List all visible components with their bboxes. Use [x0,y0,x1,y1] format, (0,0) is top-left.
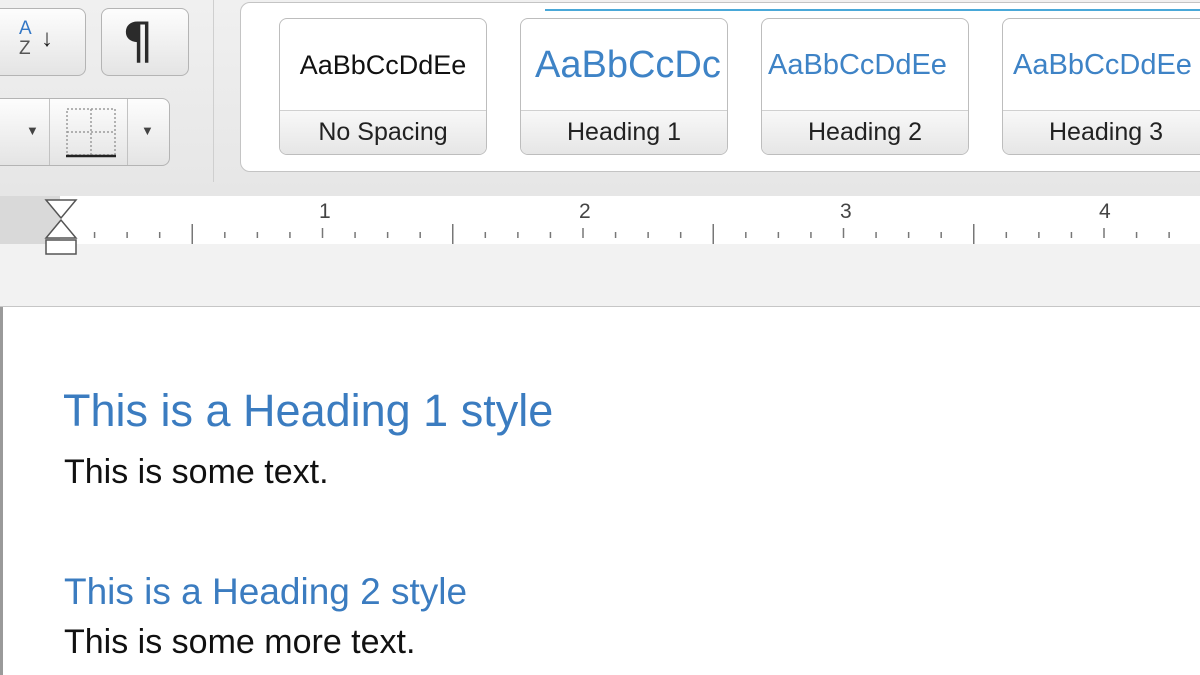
sort-icon-z: Z [19,38,31,59]
divider [49,99,50,165]
style-label: Heading 2 [762,110,968,154]
style-label: Heading 3 [1003,110,1200,154]
heading-2-text: This is a Heading 2 style [64,571,468,612]
ribbon-toolbar: A Z ↓ ¶ ▼ ▼ AaBbCcDdEe No Spacing AaBbCc… [0,0,1200,197]
horizontal-ruler[interactable]: 1 2 3 4 [0,196,1200,244]
style-heading-1[interactable]: AaBbCcDc Heading 1 [520,18,728,155]
body-text: This is some more text. [64,623,416,661]
heading-1-text: This is a Heading 1 style [63,385,554,436]
pilcrow-icon: ¶ [122,12,154,70]
sort-button[interactable]: A Z ↓ [0,8,86,76]
style-no-spacing[interactable]: AaBbCcDdEe No Spacing [279,18,487,155]
body-text: This is some text. [64,453,329,491]
style-preview: AaBbCcDdEe [768,49,947,81]
ruler-number: 3 [840,200,852,223]
borders-dropdown-icon[interactable]: ▼ [141,123,154,138]
toolbar-divider [213,0,214,182]
borders-shading-group: ▼ ▼ [0,98,170,166]
style-heading-3[interactable]: AaBbCcDdEe Heading 3 [1002,18,1200,155]
ruler-number: 2 [579,200,591,223]
ruler-number: 1 [319,200,331,223]
ruler-ticks [61,224,1170,244]
ruler-area: 1 2 3 4 [0,196,1200,307]
shading-dropdown-icon[interactable]: ▼ [26,123,39,138]
page-edge [0,307,3,675]
gallery-accent-line [545,9,1200,11]
style-heading-2[interactable]: AaBbCcDdEe Heading 2 [761,18,969,155]
document-page[interactable]: This is a Heading 1 style This is some t… [0,307,1200,675]
sort-icon-a: A [19,18,32,39]
indent-marker-icon[interactable] [44,198,78,258]
show-formatting-button[interactable]: ¶ [101,8,189,76]
style-preview: AaBbCcDdEe [299,50,467,80]
borders-icon[interactable] [65,107,117,159]
sort-arrow-icon: ↓ [41,25,53,52]
style-label: Heading 1 [521,110,727,154]
ruler-number: 4 [1099,200,1111,223]
style-preview: AaBbCcDdEe [1013,49,1192,81]
divider [127,99,128,165]
style-label: No Spacing [280,110,486,154]
style-preview: AaBbCcDc [535,44,721,86]
